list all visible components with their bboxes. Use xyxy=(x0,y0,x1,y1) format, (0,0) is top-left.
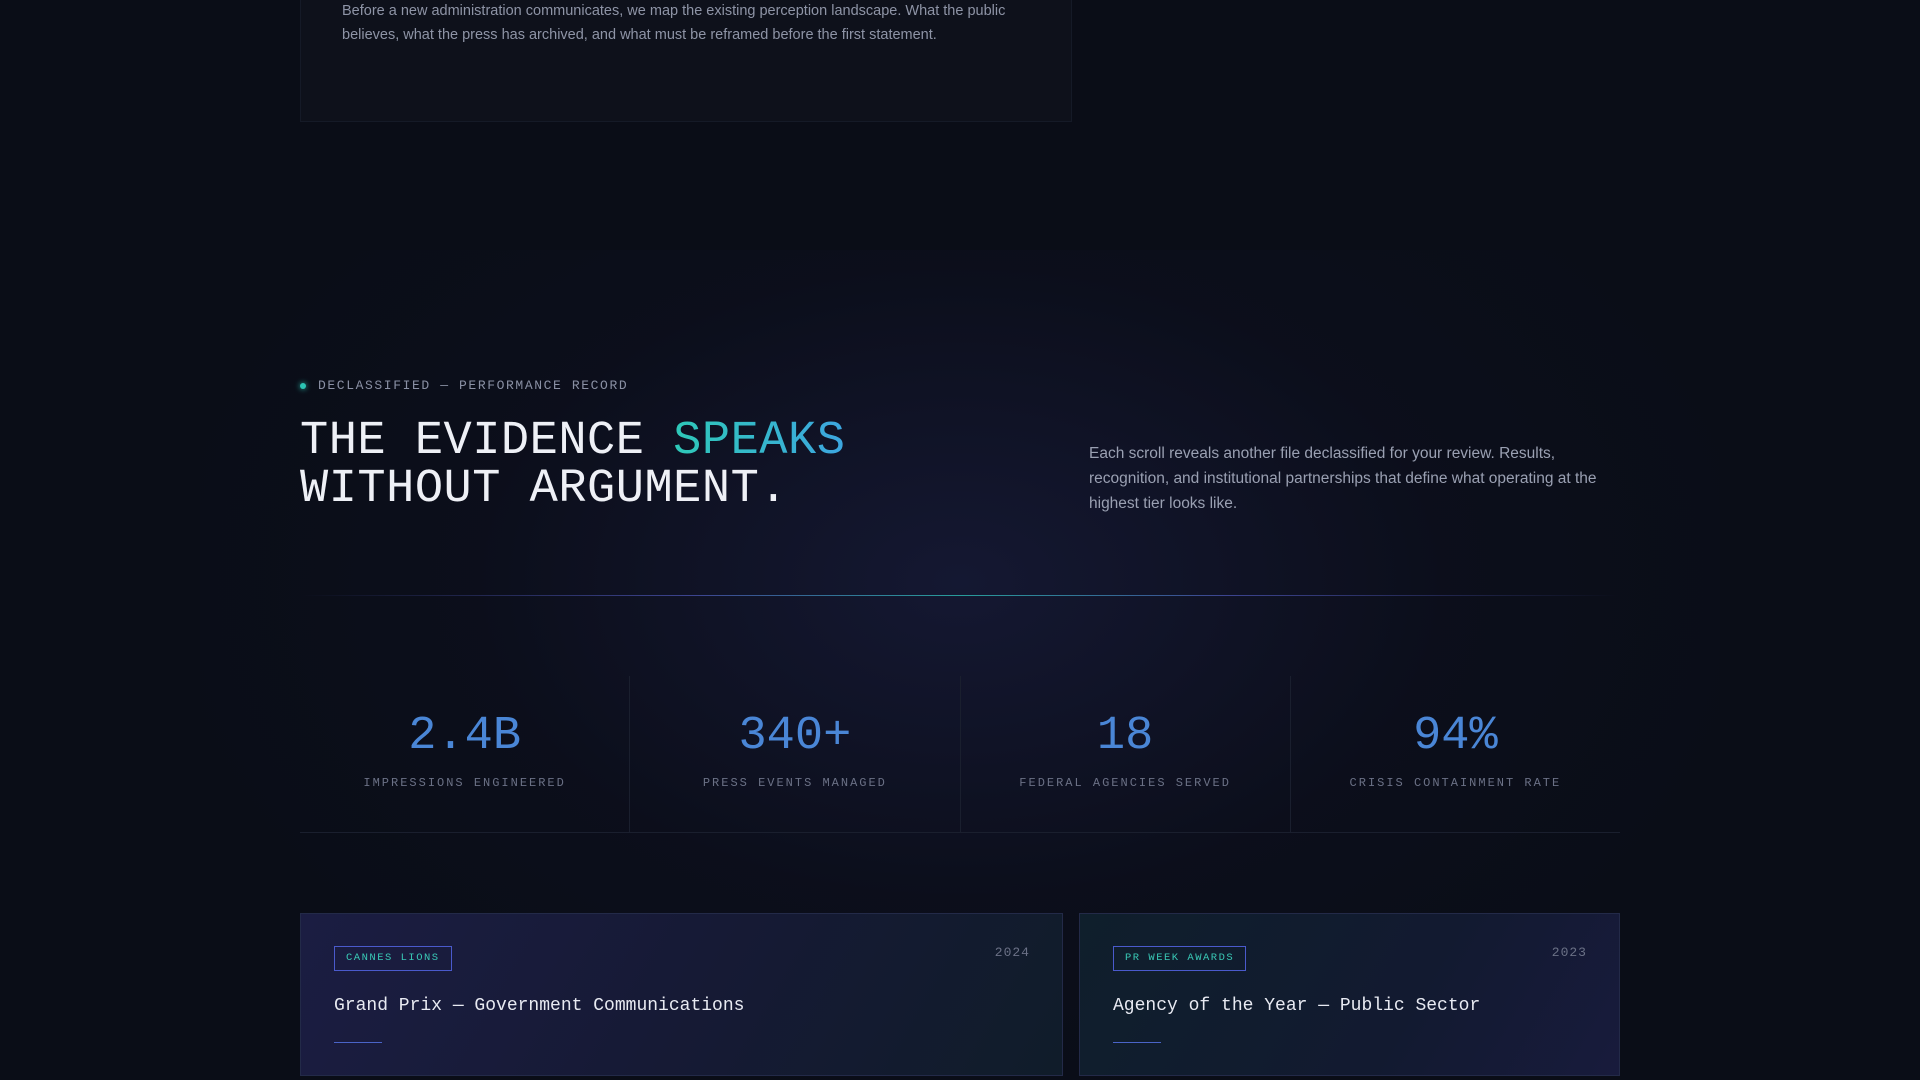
perception-card-text: Before a new administration communicates… xyxy=(342,3,1006,43)
stat-crisis-containment: 94% CRISIS CONTAINMENT RATE xyxy=(1291,676,1620,832)
stat-label: FEDERAL AGENCIES SERVED xyxy=(1019,776,1231,790)
award-badge: PR WEEK AWARDS xyxy=(1113,946,1247,971)
stats-row: 2.4B IMPRESSIONS ENGINEERED 340+ PRESS E… xyxy=(300,676,1620,833)
section-intro: Each scroll reveals another file declass… xyxy=(1089,445,1597,512)
award-badge: CANNES LIONS xyxy=(334,946,452,971)
award-year: 2024 xyxy=(994,945,1030,960)
stat-label: CRISIS CONTAINMENT RATE xyxy=(1349,776,1562,790)
award-card-prweek[interactable]: PR WEEK AWARDS 2023 Agency of the Year —… xyxy=(1079,913,1620,1076)
award-rule xyxy=(334,1042,382,1043)
stat-value: 94% xyxy=(1413,710,1498,763)
stat-value: 2.4B xyxy=(408,710,522,763)
headline-part1: THE EVIDENCE xyxy=(300,415,674,468)
stat-label: PRESS EVENTS MANAGED xyxy=(702,776,887,790)
award-card-cannes[interactable]: CANNES LIONS 2024 Grand Prix — Governmen… xyxy=(300,913,1063,1076)
stat-federal-agencies: 18 FEDERAL AGENCIES SERVED xyxy=(961,676,1291,832)
award-title: Agency of the Year — Public Sector xyxy=(1113,996,1481,1016)
stat-press-events: 340+ PRESS EVENTS MANAGED xyxy=(630,676,961,832)
stat-label: IMPRESSIONS ENGINEERED xyxy=(363,776,566,790)
status-dot-icon xyxy=(300,382,306,389)
award-rule xyxy=(1113,1042,1161,1043)
headline-part2: WITHOUT ARGUMENT. xyxy=(300,463,788,516)
stat-value: 18 xyxy=(1096,710,1154,763)
eyebrow-label: DECLASSIFIED — PERFORMANCE RECORD xyxy=(318,378,629,393)
award-year: 2023 xyxy=(1551,945,1587,960)
headline-accent: SPEAKS xyxy=(673,415,846,468)
section-headline: THE EVIDENCE SPEAKS WITHOUT ARGUMENT. xyxy=(300,418,845,514)
perception-card: Before a new administration communicates… xyxy=(300,0,1072,122)
stat-value: 340+ xyxy=(738,710,852,763)
award-title: Grand Prix — Government Communications xyxy=(334,996,745,1016)
section-eyebrow: DECLASSIFIED — PERFORMANCE RECORD xyxy=(300,378,628,393)
section-divider xyxy=(300,595,1620,596)
stat-impressions: 2.4B IMPRESSIONS ENGINEERED xyxy=(300,676,631,832)
